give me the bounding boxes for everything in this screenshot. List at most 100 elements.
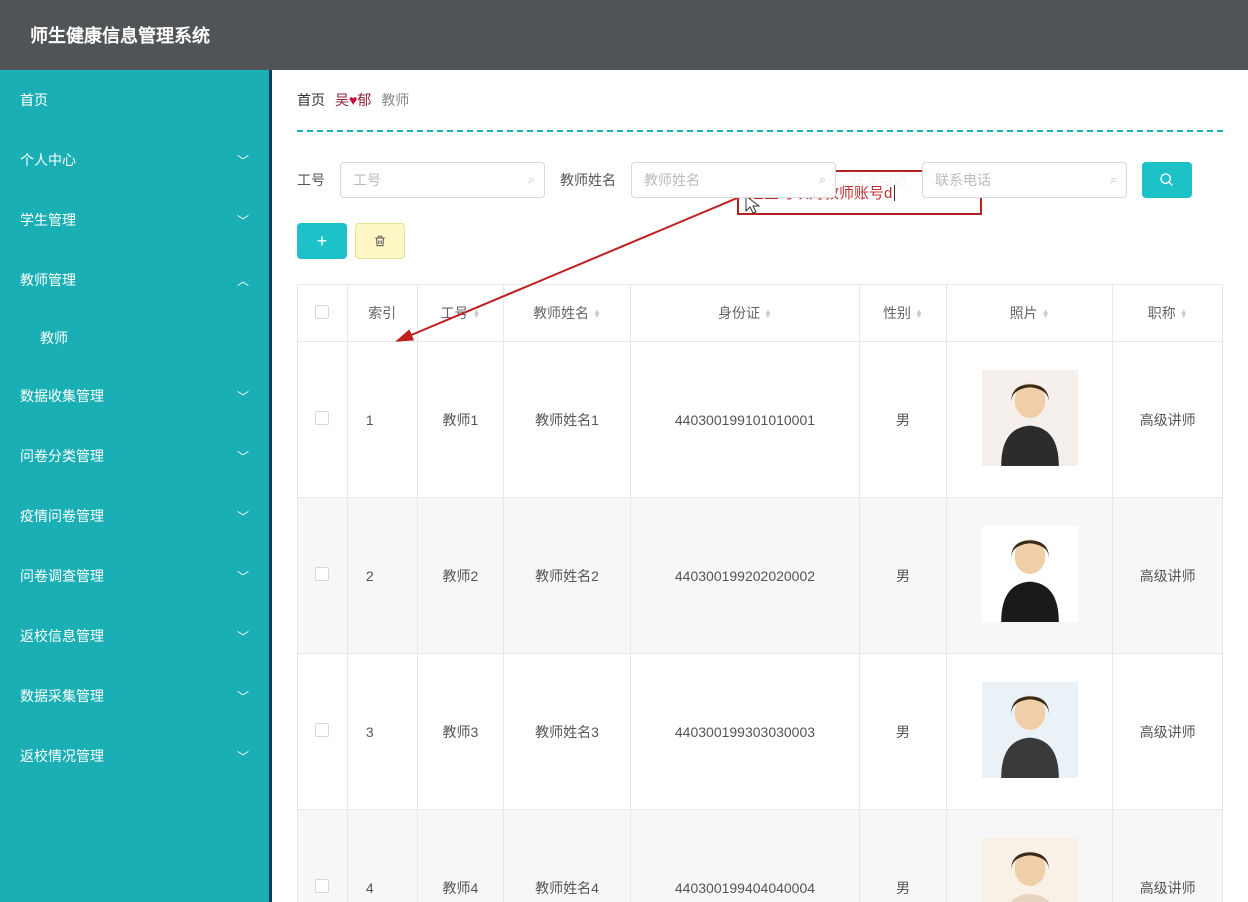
row-checkbox[interactable]: [315, 567, 329, 581]
cell-title: 高级讲师: [1113, 498, 1223, 654]
sidebar-sub-item[interactable]: 教师: [0, 310, 269, 366]
row-checkbox[interactable]: [315, 879, 329, 893]
sidebar-item-3[interactable]: 教师管理 ︿: [0, 250, 269, 310]
sidebar-item-label: 疫情问卷管理: [20, 506, 104, 526]
cell-checkbox: [298, 654, 348, 810]
sidebar: 首页个人中心﹀学生管理﹀教师管理︿教师数据收集管理﹀问卷分类管理﹀疫情问卷管理﹀…: [0, 70, 272, 902]
sidebar-item-9[interactable]: 数据采集管理 ﹀: [0, 666, 269, 726]
name-input-wrapper: ⌕: [631, 162, 836, 198]
layout: 首页个人中心﹀学生管理﹀教师管理︿教师数据收集管理﹀问卷分类管理﹀疫情问卷管理﹀…: [0, 70, 1248, 902]
sort-icon: ▲▼: [593, 310, 601, 320]
cell-idcard: 440300199303030003: [630, 654, 859, 810]
cell-gonghao: 教师1: [417, 342, 504, 498]
search-icon: ⌕: [819, 173, 826, 188]
sort-icon: ▲▼: [1180, 310, 1188, 320]
cell-index: 1: [347, 342, 417, 498]
chevron-down-icon: ﹀: [237, 748, 249, 765]
col-header-4[interactable]: 性别▲▼: [860, 285, 947, 342]
table-row: 2教师2教师姓名2440300199202020002男高级讲师: [298, 498, 1223, 654]
avatar: [982, 526, 1078, 622]
cell-gender: 男: [860, 810, 947, 902]
col-header-2[interactable]: 教师姓名▲▼: [504, 285, 631, 342]
col-header-3[interactable]: 身份证▲▼: [630, 285, 859, 342]
cell-name: 教师姓名2: [504, 498, 631, 654]
sidebar-item-label: 问卷分类管理: [20, 446, 104, 466]
sidebar-item-label: 数据收集管理: [20, 386, 104, 406]
cell-photo: [946, 810, 1113, 902]
sort-icon: ▲▼: [915, 310, 923, 320]
cell-gonghao: 教师4: [417, 810, 504, 902]
sidebar-item-2[interactable]: 学生管理﹀: [0, 190, 269, 250]
breadcrumb: 首页 吴♥郁 教师: [272, 90, 1248, 130]
chevron-down-icon: ﹀: [237, 152, 249, 169]
cell-title: 高级讲师: [1113, 342, 1223, 498]
sidebar-item-label: 返校信息管理: [20, 626, 104, 646]
chevron-down-icon: ﹀: [237, 628, 249, 645]
delete-button[interactable]: [355, 223, 405, 259]
app-title: 师生健康信息管理系统: [30, 22, 210, 48]
cell-gonghao: 教师2: [417, 498, 504, 654]
chevron-down-icon: ﹀: [237, 212, 249, 229]
row-checkbox[interactable]: [315, 723, 329, 737]
cell-index: 4: [347, 810, 417, 902]
cell-checkbox: [298, 342, 348, 498]
sidebar-item-label: 返校情况管理: [20, 746, 104, 766]
main-content: 首页 吴♥郁 教师 这里可以对教师账号d 工号 ⌕ 教师姓名: [272, 70, 1248, 902]
chevron-down-icon: ﹀: [237, 568, 249, 585]
phone-input[interactable]: [922, 162, 1127, 198]
cell-name: 教师姓名1: [504, 342, 631, 498]
breadcrumb-mid[interactable]: 吴♥郁: [335, 90, 371, 110]
sidebar-item-label: 首页: [20, 90, 48, 110]
sort-icon: ▲▼: [1042, 310, 1050, 320]
name-input[interactable]: [631, 162, 836, 198]
teacher-table: 索引工号▲▼教师姓名▲▼身份证▲▼性别▲▼照片▲▼职称▲▼ 1教师1教师姓名14…: [297, 284, 1223, 902]
sidebar-item-5[interactable]: 问卷分类管理﹀: [0, 426, 269, 486]
avatar: [982, 838, 1078, 902]
cell-photo: [946, 654, 1113, 810]
divider: [297, 130, 1223, 132]
sidebar-item-1[interactable]: 个人中心 ﹀: [0, 130, 269, 190]
sidebar-item-label: 教师管理: [20, 270, 76, 290]
cell-photo: [946, 498, 1113, 654]
sidebar-item-10[interactable]: 返校情况管理 ﹀: [0, 726, 269, 786]
sort-icon: ▲▼: [472, 310, 480, 320]
chevron-down-icon: ﹀: [237, 508, 249, 525]
col-header-6[interactable]: 职称▲▼: [1113, 285, 1223, 342]
table-wrapper: 索引工号▲▼教师姓名▲▼身份证▲▼性别▲▼照片▲▼职称▲▼ 1教师1教师姓名14…: [272, 284, 1248, 902]
cell-name: 教师姓名3: [504, 654, 631, 810]
action-bar: +: [272, 223, 1248, 284]
sidebar-item-label: 问卷调查管理: [20, 566, 104, 586]
sidebar-item-0[interactable]: 首页: [0, 70, 269, 130]
col-header-1[interactable]: 工号▲▼: [417, 285, 504, 342]
breadcrumb-current: 教师: [381, 90, 409, 110]
row-checkbox[interactable]: [315, 411, 329, 425]
cell-title: 高级讲师: [1113, 654, 1223, 810]
add-button[interactable]: +: [297, 223, 347, 259]
sidebar-item-label: 个人中心: [20, 150, 76, 170]
sidebar-item-label: 数据采集管理: [20, 686, 104, 706]
search-button[interactable]: [1142, 162, 1192, 198]
chevron-down-icon: ﹀: [237, 688, 249, 705]
sidebar-item-8[interactable]: 返校信息管理 ﹀: [0, 606, 269, 666]
app-header: 师生健康信息管理系统: [0, 0, 1248, 70]
table-row: 3教师3教师姓名3440300199303030003男高级讲师: [298, 654, 1223, 810]
table-row: 1教师1教师姓名1440300199101010001男高级讲师: [298, 342, 1223, 498]
chevron-up-icon: ︿: [237, 272, 249, 289]
sidebar-item-4[interactable]: 数据收集管理﹀: [0, 366, 269, 426]
sidebar-item-7[interactable]: 问卷调查管理 ﹀: [0, 546, 269, 606]
sidebar-item-6[interactable]: 疫情问卷管理 ﹀: [0, 486, 269, 546]
select-all-checkbox[interactable]: [315, 305, 329, 319]
cell-gender: 男: [860, 654, 947, 810]
trash-icon: [373, 234, 387, 248]
cell-checkbox: [298, 810, 348, 902]
cell-gonghao: 教师3: [417, 654, 504, 810]
col-checkbox: [298, 285, 348, 342]
cell-checkbox: [298, 498, 348, 654]
breadcrumb-home[interactable]: 首页: [297, 90, 325, 110]
col-header-0[interactable]: 索引: [347, 285, 417, 342]
cell-idcard: 440300199101010001: [630, 342, 859, 498]
col-header-5[interactable]: 照片▲▼: [946, 285, 1113, 342]
gonghao-input[interactable]: [340, 162, 545, 198]
cell-name: 教师姓名4: [504, 810, 631, 902]
plus-icon: +: [317, 231, 328, 252]
